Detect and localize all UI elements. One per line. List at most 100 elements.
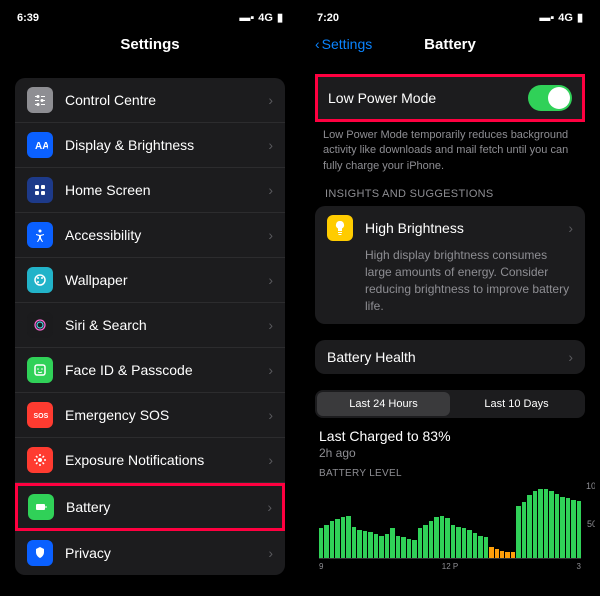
- network-label: 4G: [558, 12, 573, 24]
- tab-10d[interactable]: Last 10 Days: [450, 392, 583, 416]
- chevron-right-icon: ›: [268, 92, 273, 108]
- chart-bar: [423, 525, 427, 559]
- time-range-tabs[interactable]: Last 24 Hours Last 10 Days: [315, 390, 585, 418]
- tab-24h[interactable]: Last 24 Hours: [317, 392, 450, 416]
- chart-bar: [357, 530, 361, 559]
- low-power-mode-row[interactable]: Low Power Mode: [318, 77, 582, 119]
- settings-item-exposure[interactable]: Exposure Notifications›: [15, 438, 285, 483]
- chart-bar: [385, 534, 389, 559]
- back-button[interactable]: ‹ Settings: [315, 36, 372, 52]
- chart-bar: [478, 536, 482, 559]
- svg-text:AA: AA: [35, 141, 48, 152]
- sos-icon: SOS: [27, 402, 53, 428]
- y-axis-100: 100%: [586, 481, 595, 491]
- chevron-left-icon: ‹: [315, 36, 320, 52]
- settings-item-privacy[interactable]: Privacy›: [15, 531, 285, 575]
- network-label: 4G: [258, 12, 273, 24]
- chevron-right-icon: ›: [267, 499, 272, 515]
- item-label: Siri & Search: [65, 317, 268, 333]
- insight-row[interactable]: High Brightness ›: [315, 206, 585, 243]
- chart-bar: [538, 489, 542, 558]
- settings-item-home[interactable]: Home Screen›: [15, 168, 285, 213]
- chart-bar: [352, 527, 356, 559]
- exposure-icon: [27, 447, 53, 473]
- siri-icon: [27, 312, 53, 338]
- chart-bar: [533, 491, 537, 559]
- chevron-right-icon: ›: [268, 545, 273, 561]
- svg-text:SOS: SOS: [34, 413, 49, 420]
- chart-bar: [363, 531, 367, 558]
- chart-bar: [368, 532, 372, 558]
- nav-bar: ‹ Settings Battery: [305, 30, 595, 62]
- battery-icon: ▮: [577, 11, 583, 24]
- chart-bar: [346, 516, 350, 558]
- settings-item-sos[interactable]: SOSEmergency SOS›: [15, 393, 285, 438]
- chevron-right-icon: ›: [568, 349, 573, 365]
- lpm-toggle[interactable]: [528, 85, 572, 111]
- chart-bar: [484, 537, 488, 558]
- settings-item-access[interactable]: Accessibility›: [15, 213, 285, 258]
- chart-bar: [522, 502, 526, 558]
- settings-item-face[interactable]: Face ID & Passcode›: [15, 348, 285, 393]
- chart-bar: [527, 495, 531, 559]
- battery-health[interactable]: Battery Health ›: [315, 340, 585, 374]
- chart-bars: 100% 50%: [319, 483, 581, 559]
- chart-bar: [462, 528, 466, 558]
- chart-bar: [555, 494, 559, 559]
- chart-bar: [516, 506, 520, 559]
- item-label: Exposure Notifications: [65, 452, 268, 468]
- face-icon: [27, 357, 53, 383]
- chart-bar: [566, 498, 570, 558]
- settings-item-control[interactable]: Control Centre›: [15, 78, 285, 123]
- settings-item-display[interactable]: AADisplay & Brightness›: [15, 123, 285, 168]
- chart-bar: [390, 528, 394, 558]
- insight-body: High display brightness consumes large a…: [315, 247, 585, 324]
- chart-bar: [495, 549, 499, 558]
- chevron-right-icon: ›: [268, 182, 273, 198]
- chart-bar: [401, 537, 405, 558]
- chevron-right-icon: ›: [268, 362, 273, 378]
- settings-item-battery[interactable]: Battery›: [18, 486, 282, 528]
- chart-bar: [560, 497, 564, 559]
- insight-card[interactable]: High Brightness › High display brightnes…: [315, 206, 585, 324]
- chart-bar: [500, 551, 504, 559]
- battery-icon: [28, 494, 54, 520]
- battery-screen: 7:20 ▬▪ 4G ▮ ‹ Settings Battery Low Powe…: [305, 5, 595, 591]
- item-label: Accessibility: [65, 227, 268, 243]
- chart-bar: [319, 528, 323, 558]
- item-label: Wallpaper: [65, 272, 268, 288]
- page-title: Settings: [120, 36, 179, 53]
- item-label: Display & Brightness: [65, 137, 268, 153]
- charge-time: 2h ago: [319, 446, 581, 460]
- item-label: Privacy: [65, 545, 268, 561]
- back-label: Settings: [322, 36, 373, 52]
- settings-group-1: Control Centre›AADisplay & Brightness›Ho…: [15, 78, 285, 575]
- chart-bar: [341, 517, 345, 558]
- signal-icon: ▬▪: [239, 12, 254, 24]
- battery-icon: ▮: [277, 11, 283, 24]
- settings-item-wall[interactable]: Wallpaper›: [15, 258, 285, 303]
- settings-screen: 6:39 ▬▪ 4G ▮ Settings Control Centre› AA D…: [5, 5, 295, 591]
- status-time: 6:39: [17, 12, 39, 24]
- y-axis-50: 50%: [587, 519, 595, 529]
- x-tick: 12 P: [442, 562, 458, 571]
- status-bar: 7:20 ▬▪ 4G ▮: [305, 5, 595, 30]
- settings-list[interactable]: Control Centre›AADisplay & Brightness›Ho…: [5, 62, 295, 591]
- chart-bar: [467, 530, 471, 559]
- chart-bar: [335, 519, 339, 558]
- control-icon: [27, 87, 53, 113]
- settings-item-siri[interactable]: Siri & Search›: [15, 303, 285, 348]
- charge-info: Last Charged to 83% 2h ago: [305, 418, 595, 460]
- battery-content[interactable]: Low Power Mode Low Power Mode temporaril…: [305, 62, 595, 591]
- display-icon: AA: [27, 132, 53, 158]
- access-icon: [27, 222, 53, 248]
- chevron-right-icon: ›: [268, 227, 273, 243]
- chart-bar: [571, 500, 575, 559]
- lpm-label: Low Power Mode: [328, 90, 528, 106]
- chart-bar: [418, 528, 422, 558]
- insight-title: High Brightness: [365, 220, 464, 236]
- low-power-mode-row-highlight: Low Power Mode: [315, 74, 585, 122]
- battery-health-row[interactable]: Battery Health ›: [315, 340, 585, 374]
- wall-icon: [27, 267, 53, 293]
- chart-bar: [549, 491, 553, 559]
